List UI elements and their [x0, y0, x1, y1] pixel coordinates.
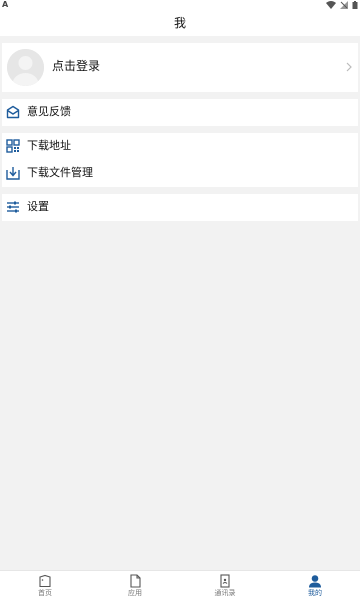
tab-label: 应用 — [128, 589, 142, 597]
page-title: 我 — [173, 16, 186, 30]
tab-contacts[interactable]: 通讯录 — [180, 571, 270, 600]
sliders-icon — [7, 201, 19, 213]
page-header: 我 — [0, 10, 360, 36]
file-icon — [130, 574, 141, 588]
menu-item-label: 设置 — [27, 200, 49, 213]
tab-mine[interactable]: 我的 — [270, 571, 360, 600]
status-bar: A — [0, 0, 360, 10]
avatar — [7, 49, 44, 86]
status-notification-glyph: A — [2, 0, 9, 9]
qr-code-icon — [6, 139, 20, 153]
menu-item-label: 下载地址 — [27, 139, 71, 152]
menu-item-download-manager[interactable]: 下载文件管理 — [2, 160, 358, 186]
tab-home[interactable]: 首页 — [0, 571, 90, 600]
login-label: 点击登录 — [52, 59, 101, 73]
signal-icon — [340, 1, 348, 9]
home-icon — [39, 574, 51, 588]
wifi-icon — [326, 1, 336, 9]
menu-item-label: 意见反馈 — [27, 105, 71, 118]
profile-login-row[interactable]: 点击登录 — [2, 43, 358, 92]
tab-label: 通讯录 — [214, 589, 236, 597]
user-icon — [309, 575, 321, 588]
tab-label: 我的 — [308, 589, 322, 597]
tab-label: 首页 — [38, 589, 52, 597]
menu-item-feedback[interactable]: 意见反馈 — [2, 99, 358, 125]
download-icon — [6, 167, 20, 180]
settings-section: 设置 — [2, 194, 358, 221]
battery-icon — [352, 1, 358, 9]
mail-icon — [6, 105, 20, 119]
menu-item-label: 下载文件管理 — [27, 166, 93, 179]
downloads-section: 下载地址 下载文件管理 — [2, 133, 358, 187]
bottom-tab-bar: 首页 应用 通讯录 我的 — [0, 570, 360, 600]
tab-apps[interactable]: 应用 — [90, 571, 180, 600]
menu-item-download-address[interactable]: 下载地址 — [2, 133, 358, 159]
chevron-right-icon — [346, 62, 352, 72]
status-icons — [326, 1, 358, 9]
menu-item-settings[interactable]: 设置 — [2, 194, 358, 220]
feedback-section: 意见反馈 — [2, 99, 358, 126]
avatar-placeholder-icon — [7, 49, 44, 86]
contacts-icon — [220, 574, 230, 588]
